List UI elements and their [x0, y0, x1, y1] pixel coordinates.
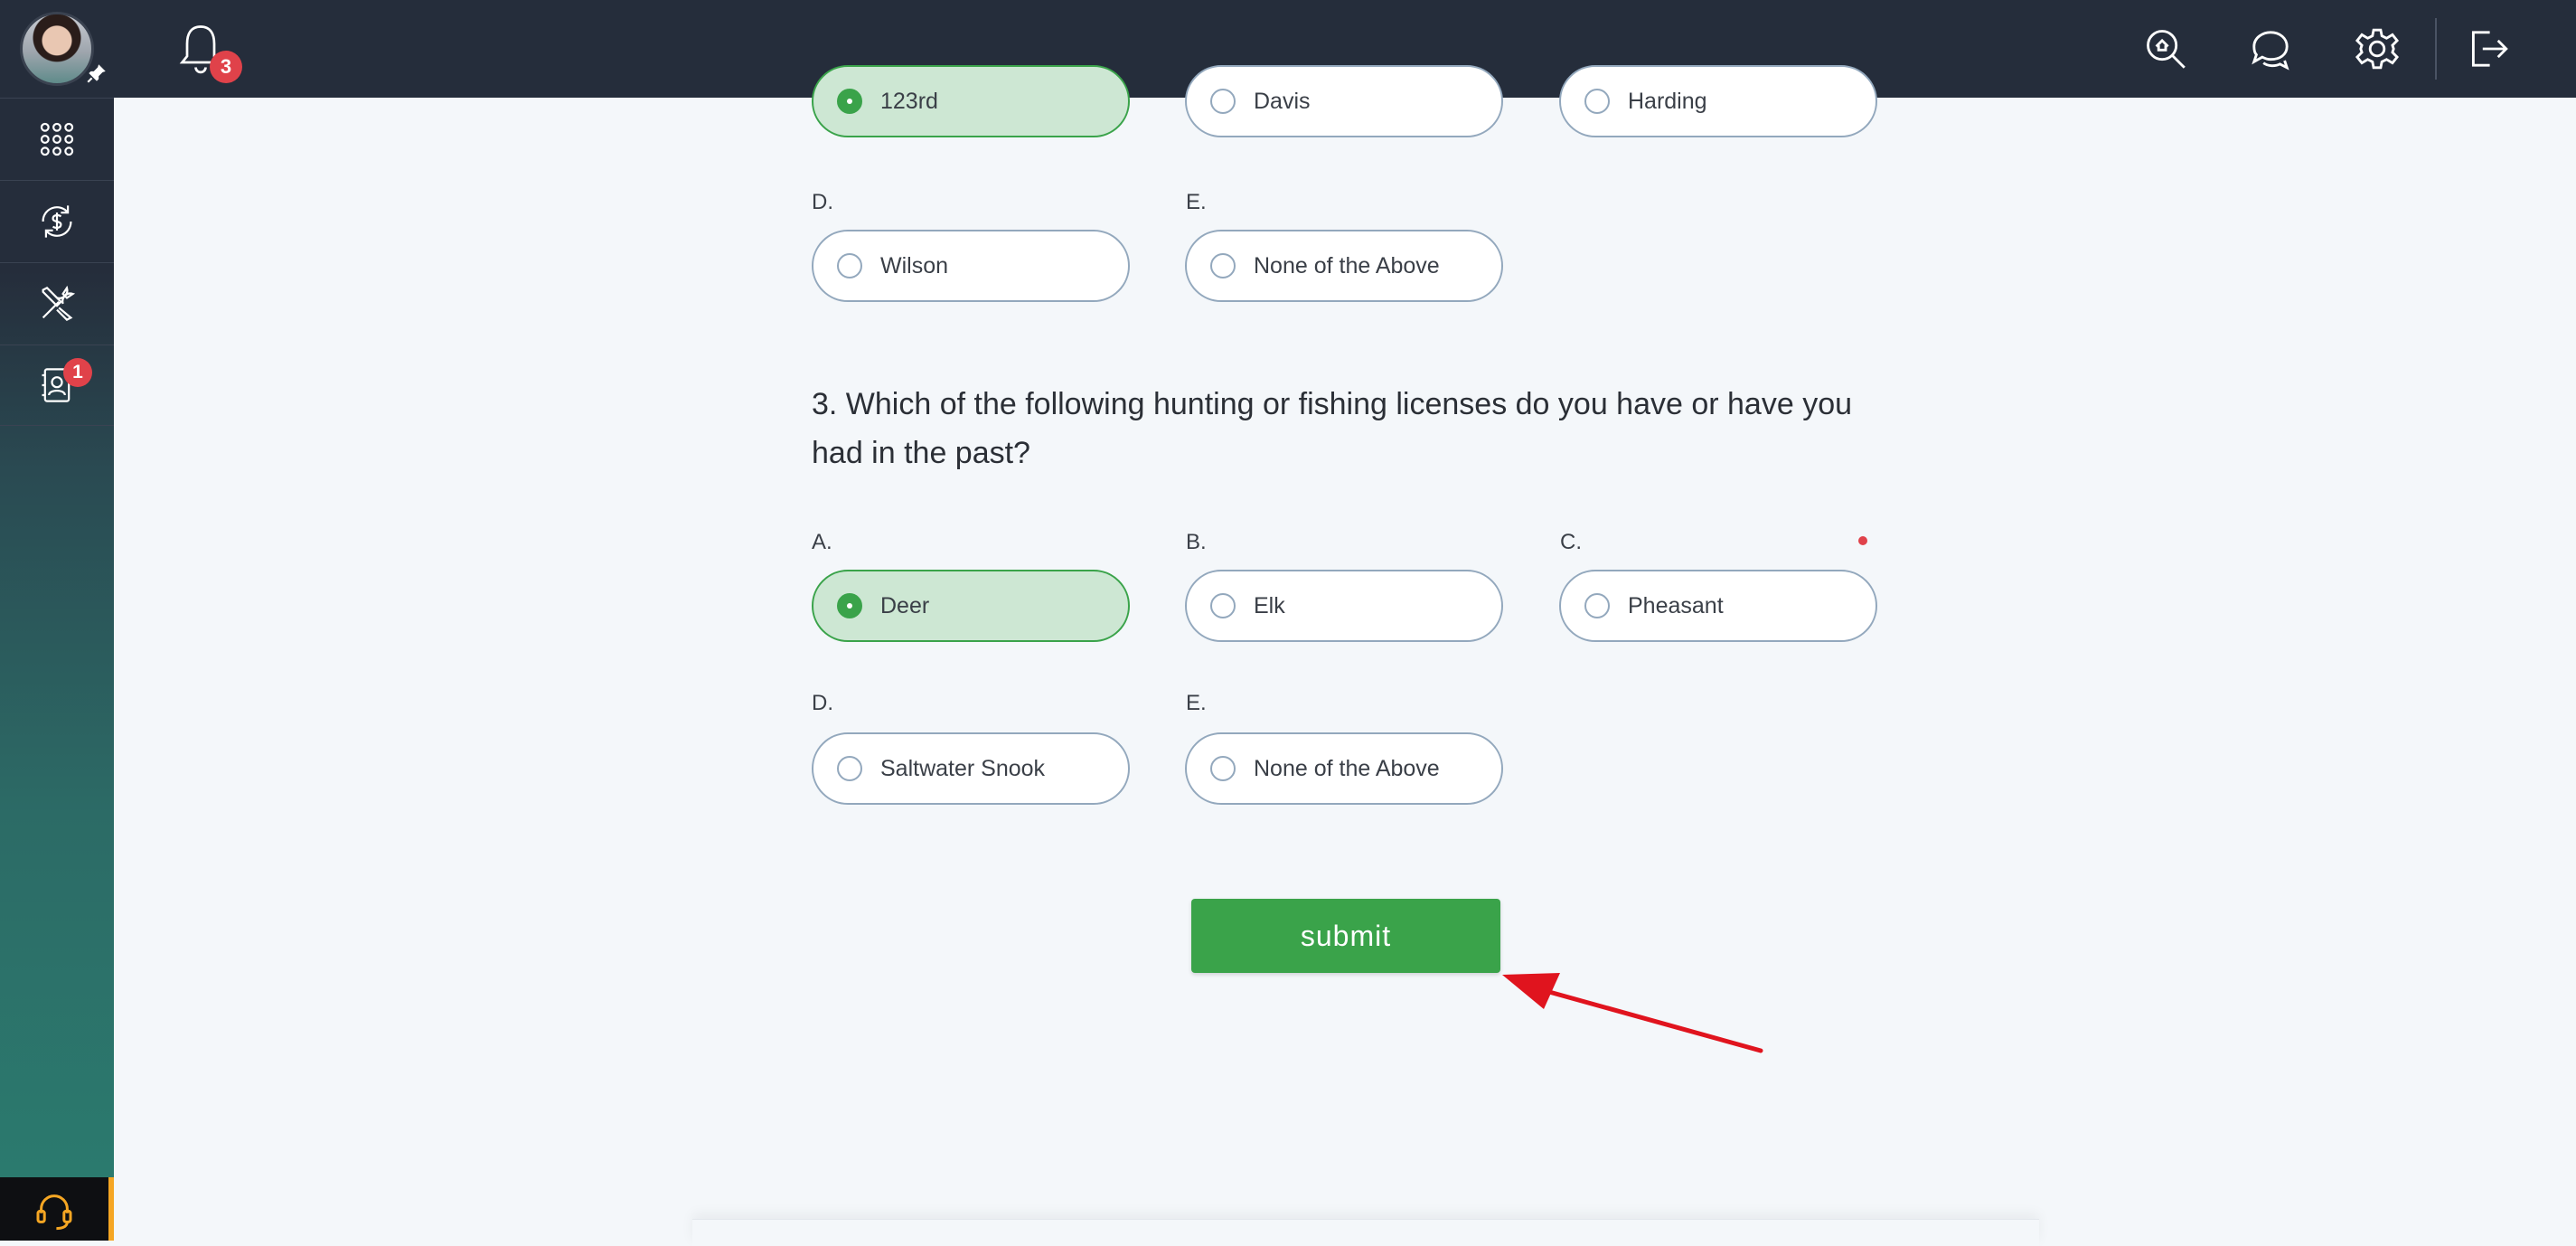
- q3-option-c[interactable]: Pheasant: [1559, 570, 1877, 642]
- radio-button[interactable]: [837, 593, 862, 618]
- radio-button[interactable]: [1210, 253, 1236, 278]
- option-label: Pheasant: [1628, 592, 1724, 618]
- option-label: Davis: [1254, 88, 1311, 114]
- survey-content: 123rd Davis Harding D. E. Wilson None of…: [114, 65, 2576, 1241]
- q3-option-b[interactable]: Elk: [1185, 570, 1503, 642]
- option-label: Deer: [880, 592, 930, 618]
- q2-letter-e: E.: [1186, 190, 1207, 214]
- option-label: Saltwater Snook: [880, 755, 1046, 781]
- q3-letter-b: B.: [1186, 530, 1207, 554]
- radio-button[interactable]: [837, 89, 862, 114]
- radio-button[interactable]: [1584, 89, 1610, 114]
- option-label: None of the Above: [1254, 755, 1440, 781]
- q3-option-d[interactable]: Saltwater Snook: [812, 732, 1130, 805]
- submit-button[interactable]: submit: [1191, 899, 1500, 973]
- q2-letter-d: D.: [812, 190, 833, 214]
- topbar-divider: [2435, 18, 2437, 80]
- dollar-refresh-icon: [42, 204, 72, 238]
- profile-badge: 1: [63, 358, 92, 387]
- option-label: Wilson: [880, 252, 949, 278]
- annotation-arrow-icon: [1502, 973, 1763, 1053]
- tools-icon: [42, 285, 76, 321]
- required-indicator: [1858, 536, 1867, 545]
- q2-option-b[interactable]: Davis: [1185, 65, 1503, 137]
- q3-letter-a: A.: [812, 530, 832, 554]
- radio-button[interactable]: [1584, 593, 1610, 618]
- page-footer: [692, 1219, 2039, 1246]
- grid-icon: [40, 122, 74, 156]
- radio-button[interactable]: [1210, 756, 1236, 781]
- sidebar: 1: [0, 0, 114, 1241]
- chat-icon[interactable]: [2247, 25, 2294, 72]
- q2-option-d[interactable]: Wilson: [812, 230, 1130, 302]
- q3-letter-e: E.: [1186, 691, 1207, 715]
- avatar[interactable]: [20, 12, 94, 86]
- sidebar-item-payments[interactable]: [0, 180, 114, 261]
- sidebar-item-apps[interactable]: [0, 98, 114, 179]
- logout-icon[interactable]: [2464, 25, 2511, 72]
- radio-button[interactable]: [1210, 593, 1236, 618]
- notifications-badge: 3: [210, 51, 242, 83]
- pin-icon[interactable]: [85, 61, 108, 85]
- option-label: None of the Above: [1254, 252, 1440, 278]
- radio-button[interactable]: [837, 756, 862, 781]
- option-label: Elk: [1254, 592, 1285, 618]
- question-3-text: 3. Which of the following hunting or fis…: [812, 387, 1853, 470]
- q3-letter-c: C.: [1560, 530, 1582, 554]
- radio-button[interactable]: [837, 253, 862, 278]
- q3-option-a[interactable]: Deer: [812, 570, 1130, 642]
- q2-option-e[interactable]: None of the Above: [1185, 230, 1503, 302]
- sidebar-item-profile[interactable]: 1: [0, 345, 114, 426]
- search-icon[interactable]: [2142, 25, 2189, 72]
- sidebar-item-tools[interactable]: [0, 262, 114, 344]
- q2-option-a[interactable]: 123rd: [812, 65, 1130, 137]
- option-label: Harding: [1628, 88, 1707, 114]
- radio-button[interactable]: [1210, 89, 1236, 114]
- q2-option-c[interactable]: Harding: [1559, 65, 1877, 137]
- support-button[interactable]: [0, 1177, 114, 1241]
- q3-letter-d: D.: [812, 691, 833, 715]
- headset-icon: [36, 1194, 72, 1231]
- gear-icon[interactable]: [2354, 25, 2401, 72]
- option-label: 123rd: [880, 88, 938, 114]
- q3-option-e[interactable]: None of the Above: [1185, 732, 1503, 805]
